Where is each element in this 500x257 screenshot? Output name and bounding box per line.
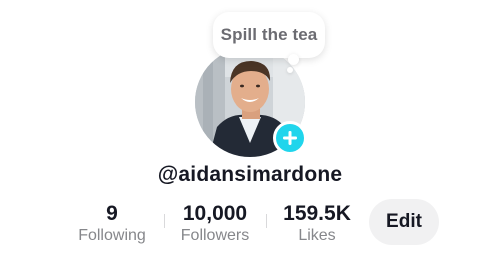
- stat-following[interactable]: 9 Following: [72, 203, 152, 246]
- username: @aidansimardone: [157, 163, 343, 186]
- profile-header: Spill the tea @aidansimardone 9 Followin…: [0, 0, 500, 257]
- stat-divider: [266, 214, 267, 228]
- bubble-tail-dot-large: [288, 54, 299, 65]
- plus-icon: [283, 131, 297, 145]
- stat-followers[interactable]: 10,000 Followers: [170, 203, 260, 246]
- stat-followers-value: 10,000: [182, 202, 248, 225]
- stat-following-label: Following: [78, 227, 146, 244]
- stat-followers-label: Followers: [180, 227, 250, 244]
- stat-likes[interactable]: 159.5K Likes: [277, 203, 357, 246]
- add-story-button[interactable]: [273, 121, 307, 155]
- edit-profile-button[interactable]: Edit: [369, 199, 439, 245]
- stat-following-value: 9: [106, 202, 118, 225]
- stat-likes-value: 159.5K: [283, 202, 351, 225]
- stat-divider: [164, 214, 165, 228]
- stat-likes-label: Likes: [298, 227, 336, 244]
- bubble-tail-dot-small: [287, 67, 293, 73]
- status-bubble[interactable]: Spill the tea: [213, 12, 325, 58]
- status-bubble-text: Spill the tea: [220, 25, 318, 44]
